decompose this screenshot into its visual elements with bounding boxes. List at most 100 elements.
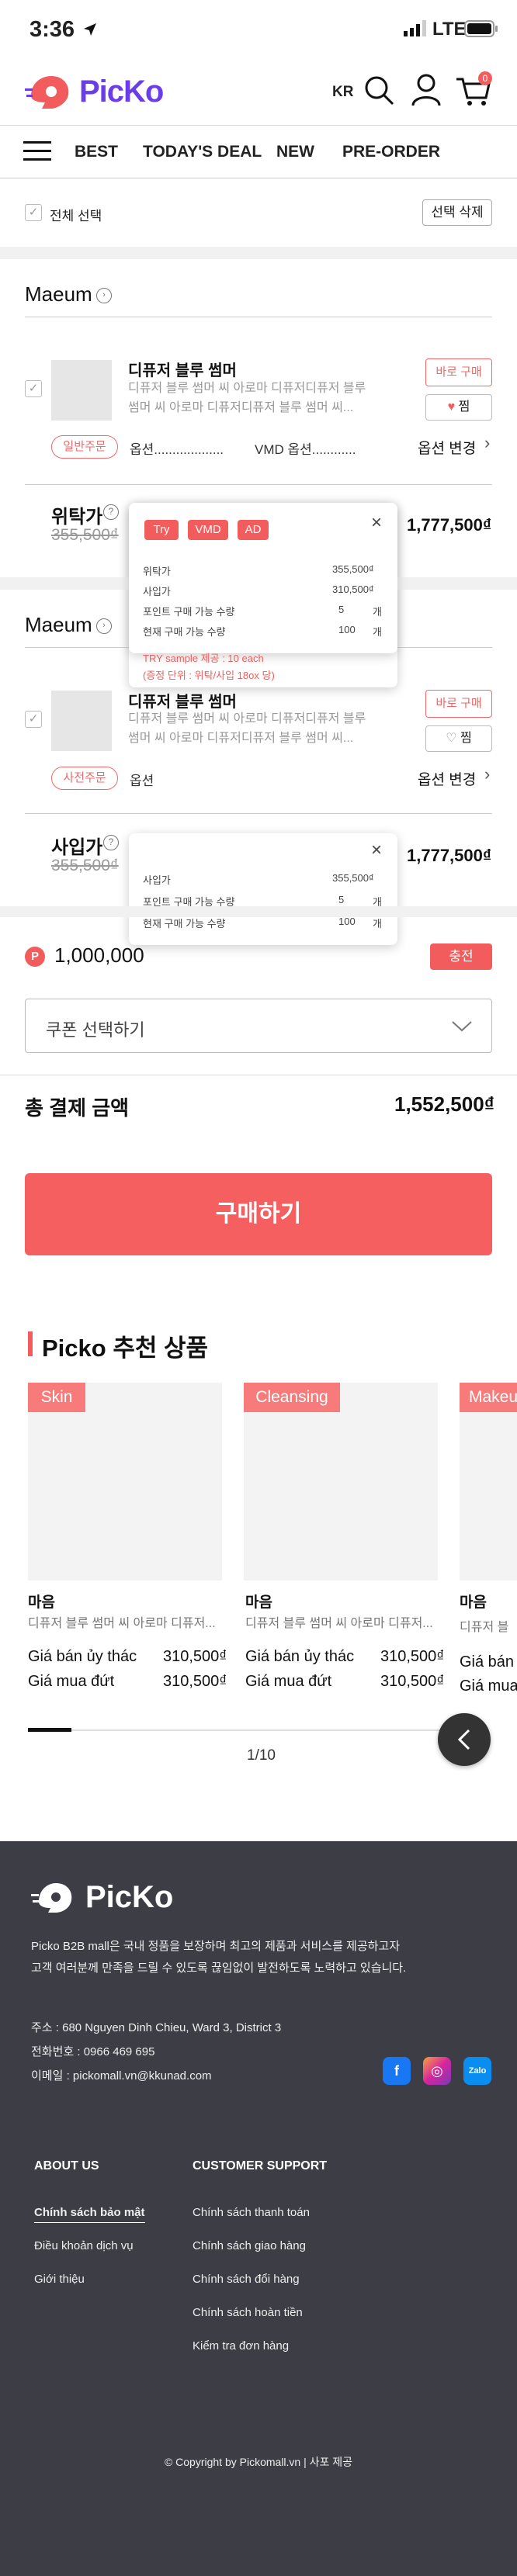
- seller-name: Maeum: [25, 613, 92, 636]
- popup-row-label: 위탁가: [143, 566, 171, 577]
- divider: [25, 813, 492, 814]
- product-card-image[interactable]: [244, 1383, 438, 1581]
- change-option-button[interactable]: 옵션 변경: [418, 437, 476, 458]
- title-accent-bar: [28, 1331, 33, 1356]
- popup-row-value: 355,500₫: [332, 563, 374, 575]
- carousel-pager: 1/10: [247, 1747, 276, 1764]
- category-tag: Makeu: [460, 1383, 517, 1412]
- facebook-icon[interactable]: f: [383, 2057, 411, 2085]
- card-desc: 디퓨저 블루 썸머 씨 아로마 디퓨저...: [245, 1617, 433, 1630]
- chevron-right-icon[interactable]: ›: [96, 618, 112, 634]
- footer-brand[interactable]: PicKo: [85, 1880, 173, 1915]
- category-tag: Cleansing: [244, 1383, 340, 1412]
- zalo-icon[interactable]: Zalo: [463, 2057, 491, 2085]
- product-thumbnail[interactable]: [51, 360, 112, 421]
- logo-icon[interactable]: [25, 73, 73, 112]
- product-desc-line2: 썸머 씨 아로마 디퓨저디퓨저 블루 썸머 씨...: [128, 401, 354, 414]
- option-text: 옵션...................: [130, 442, 224, 457]
- footer: PicKo Picko B2B mall은 국내 정품을 보장하며 최고의 제품…: [0, 1841, 517, 2576]
- product-thumbnail[interactable]: [51, 691, 112, 751]
- user-icon[interactable]: [410, 73, 442, 107]
- nav-new[interactable]: NEW: [276, 143, 314, 161]
- brand-logo[interactable]: PicKo: [79, 74, 164, 109]
- buy-now-button[interactable]: 바로 구매: [425, 358, 492, 386]
- popup-row-unit: 개: [373, 606, 382, 618]
- close-icon[interactable]: ×: [371, 512, 382, 534]
- item-checkbox[interactable]: ✓: [25, 711, 42, 728]
- footer-link[interactable]: Chính sách thanh toán: [193, 2206, 310, 2219]
- footer-logo-icon: [31, 1883, 72, 1913]
- popup-row-label: 현재 구매 가능 수량: [143, 918, 226, 930]
- chevron-down-icon: [452, 1021, 472, 1032]
- order-type-badge: 사전주문: [51, 767, 118, 790]
- chevron-right-icon[interactable]: ›: [484, 433, 490, 453]
- card-brand[interactable]: 마음: [28, 1591, 55, 1612]
- footer-link[interactable]: Chính sách đổi hàng: [193, 2273, 300, 2286]
- footer-intro: Picko B2B mall은 국내 정품을 보장하며 최고의 제품과 서비스를…: [31, 1940, 401, 1953]
- nav-best[interactable]: BEST: [75, 143, 118, 161]
- hamburger-icon[interactable]: [23, 140, 54, 163]
- change-option-button[interactable]: 옵션 변경: [418, 768, 476, 789]
- popup-row-value: 5: [338, 894, 345, 905]
- battery-icon: [464, 20, 498, 37]
- card-brand[interactable]: 마음: [460, 1591, 517, 1612]
- carousel-prev-button[interactable]: [438, 1713, 491, 1766]
- coupon-select[interactable]: 쿠폰 선택하기: [25, 999, 492, 1053]
- footer-link[interactable]: Chính sách giao hàng: [193, 2239, 306, 2252]
- footer-link[interactable]: Kiểm tra đơn hàng: [193, 2339, 289, 2353]
- card-brand[interactable]: 마음: [245, 1591, 272, 1612]
- purchase-button[interactable]: 구매하기: [25, 1173, 492, 1255]
- signal-icon: [404, 20, 426, 36]
- footer-support-title: CUSTOMER SUPPORT: [193, 2159, 328, 2173]
- item-checkbox[interactable]: ✓: [25, 380, 42, 397]
- coupon-placeholder: 쿠폰 선택하기: [46, 1020, 145, 1040]
- footer-link[interactable]: Giới thiệu: [34, 2273, 85, 2286]
- card-buy-label: Giá mua đứt: [28, 1673, 115, 1690]
- popup-row-label: 사입가: [143, 586, 171, 597]
- instagram-icon[interactable]: ◎: [423, 2057, 451, 2085]
- product-desc-line1: 디퓨저 블루 썸머 씨 아로마 디퓨저디퓨저 블루: [128, 382, 366, 395]
- popup-row-unit: 개: [373, 918, 382, 930]
- help-icon[interactable]: ?: [103, 835, 119, 850]
- footer-link[interactable]: Điều khoản dịch vụ: [34, 2239, 134, 2252]
- wish-button[interactable]: ♥ 찜: [425, 394, 492, 421]
- points-amount: 1,000,000: [54, 943, 144, 967]
- footer-link[interactable]: Chính sách hoàn tiền: [193, 2306, 303, 2319]
- status-bar: 3:36 LTE: [0, 0, 517, 62]
- close-icon[interactable]: ×: [371, 840, 382, 861]
- charge-button[interactable]: 충전: [430, 943, 492, 970]
- product-card-image[interactable]: [28, 1383, 222, 1581]
- price-label: 위탁가: [51, 507, 103, 528]
- carousel-progress: [28, 1728, 71, 1732]
- nav-todays-deal[interactable]: TODAY'S DEAL: [143, 143, 262, 161]
- popup-row-value: 5: [338, 604, 345, 615]
- popup-row-value: 310,500₫: [332, 583, 374, 595]
- wish-button[interactable]: ♡ 찜: [425, 725, 492, 752]
- nav-pre-order[interactable]: PRE-ORDER: [342, 143, 440, 161]
- carousel-track: [28, 1729, 460, 1731]
- help-icon[interactable]: ?: [103, 504, 119, 520]
- footer-link[interactable]: Chính sách bảo mật: [34, 2206, 145, 2223]
- footer-phone[interactable]: 전화번호 : 0966 469 695: [31, 2043, 154, 2059]
- popup-note: TRY sample 제공 : 10 each: [143, 653, 264, 664]
- card-desc: 디퓨저 블: [460, 1621, 509, 1634]
- price-original: 355,500₫: [51, 526, 119, 544]
- product-name[interactable]: 디퓨저 블루 썸머: [128, 358, 237, 380]
- card-buy-label: Giá mua đứt: [245, 1673, 332, 1690]
- select-all-checkbox[interactable]: ✓: [25, 204, 42, 221]
- language-selector[interactable]: KR: [332, 84, 353, 101]
- delete-selected-button[interactable]: 선택 삭제: [422, 199, 492, 226]
- wish-label: 찜: [460, 732, 472, 745]
- popup-row-unit: 개: [373, 626, 382, 638]
- product-card-image[interactable]: Makeu: [460, 1383, 517, 1581]
- buy-now-button[interactable]: 바로 구매: [425, 690, 492, 718]
- chevron-right-icon[interactable]: ›: [96, 288, 112, 303]
- chevron-right-icon[interactable]: ›: [484, 764, 490, 784]
- search-icon[interactable]: [363, 74, 396, 107]
- total-label: 총 결제 금액: [25, 1096, 130, 1120]
- category-tag: Skin: [28, 1383, 85, 1412]
- product-name[interactable]: 디퓨저 블루 썸머: [128, 689, 237, 712]
- footer-email[interactable]: 이메일 : pickomall.vn@kkunad.com: [31, 2067, 212, 2083]
- option-text: 옵션: [130, 774, 154, 788]
- card-consign-label: Giá bán: [460, 1653, 515, 1671]
